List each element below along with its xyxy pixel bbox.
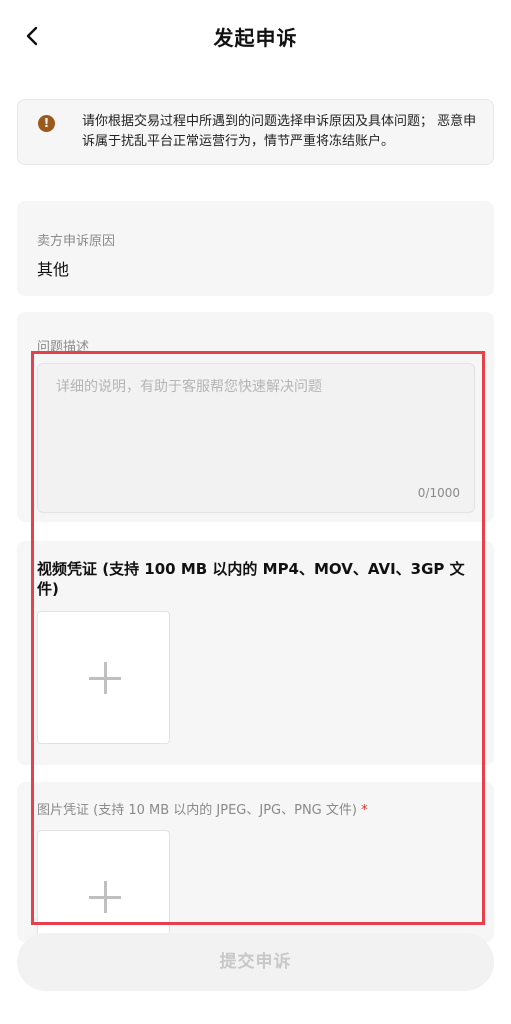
video-upload-button[interactable]: [37, 611, 170, 744]
required-mark: *: [361, 803, 368, 818]
exclamation-icon: !: [38, 115, 55, 132]
appeal-reason-label: 卖方申诉原因: [37, 234, 116, 249]
character-counter: 0/1000: [417, 486, 460, 500]
notice-banner: ! 请你根据交易过程中所遇到的问题选择申诉原因及具体问题； 恶意申诉属于扰乱平台…: [17, 99, 494, 165]
image-evidence-title-text: 图片凭证 (支持 10 MB 以内的 JPEG、JPG、PNG 文件): [37, 803, 357, 818]
video-evidence-title: 视频凭证 (支持 100 MB 以内的 MP4、MOV、AVI、3GP 文件): [37, 560, 465, 598]
image-upload-button[interactable]: [37, 830, 170, 940]
header-bar: 发起申诉: [0, 0, 511, 72]
description-textarea[interactable]: 详细的说明，有助于客服帮您快速解决问题 0/1000: [37, 363, 475, 513]
appeal-reason-value: 其他: [37, 260, 70, 279]
image-evidence-section: 图片凭证 (支持 10 MB 以内的 JPEG、JPG、PNG 文件) *: [17, 782, 494, 942]
submit-appeal-button[interactable]: 提交申诉: [17, 933, 494, 991]
page-title: 发起申诉: [213, 26, 298, 50]
description-section: 问题描述 详细的说明，有助于客服帮您快速解决问题 0/1000: [17, 312, 494, 522]
description-placeholder: 详细的说明，有助于客服帮您快速解决问题: [56, 379, 322, 395]
notice-text: 请你根据交易过程中所遇到的问题选择申诉原因及具体问题； 恶意申诉属于扰乱平台正常…: [82, 114, 477, 149]
appeal-reason-field[interactable]: 卖方申诉原因 其他: [17, 201, 494, 296]
video-evidence-section: 视频凭证 (支持 100 MB 以内的 MP4、MOV、AVI、3GP 文件): [17, 541, 494, 765]
description-label: 问题描述: [37, 340, 90, 355]
image-evidence-title: 图片凭证 (支持 10 MB 以内的 JPEG、JPG、PNG 文件) *: [37, 799, 368, 818]
